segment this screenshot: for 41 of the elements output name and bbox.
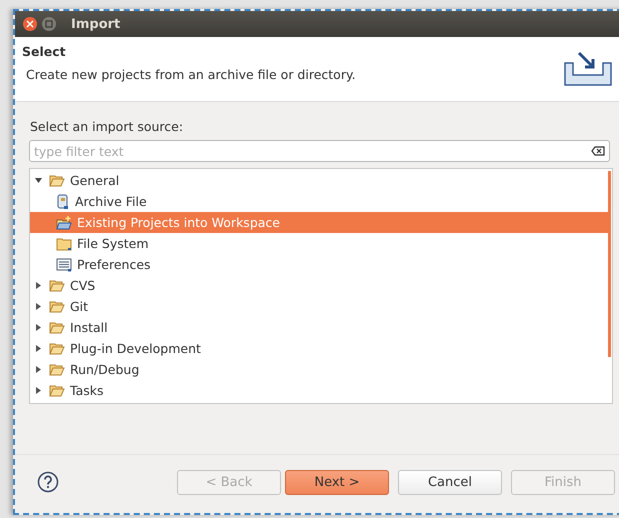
- list-window-icon: [56, 258, 72, 272]
- expand-icon[interactable]: [34, 344, 43, 353]
- tree-item[interactable]: Preferences: [30, 254, 608, 275]
- folder-icon: [56, 236, 72, 250]
- tree-item[interactable]: Tasks: [30, 380, 608, 401]
- folder-icon: [49, 279, 65, 292]
- folder-icon: [49, 342, 65, 355]
- tree-item[interactable]: Run/Debug: [30, 359, 608, 380]
- expand-icon[interactable]: [34, 365, 43, 374]
- expand-icon[interactable]: [34, 281, 43, 290]
- folder-icon: [49, 384, 65, 397]
- archive-icon: [56, 194, 70, 210]
- page-description: Create new projects from an archive file or directory.: [26, 67, 356, 82]
- tree-item[interactable]: Archive File: [30, 191, 608, 212]
- maximize-icon[interactable]: [42, 17, 56, 31]
- expand-icon[interactable]: [34, 323, 43, 332]
- clear-icon[interactable]: [591, 146, 605, 156]
- expand-icon[interactable]: [34, 302, 43, 311]
- filter-field[interactable]: type filter text: [29, 140, 610, 162]
- close-icon[interactable]: [23, 17, 37, 31]
- source-label: Select an import source:: [30, 119, 184, 134]
- tree-item[interactable]: CVS: [30, 275, 608, 296]
- tree-item[interactable]: File System: [30, 233, 608, 254]
- folder-icon: [49, 363, 65, 376]
- window-title: Import: [71, 16, 120, 32]
- folder-icon: [49, 174, 65, 187]
- expand-icon[interactable]: [34, 386, 43, 395]
- dialog-button[interactable]: Next >: [285, 470, 389, 494]
- dialog-button[interactable]: Cancel: [398, 470, 502, 494]
- help-icon[interactable]: [37, 471, 59, 493]
- tree-item[interactable]: Plug-in Development: [30, 338, 608, 359]
- import-tray-icon: [563, 51, 613, 87]
- page-title: Select: [22, 44, 67, 59]
- tree-item[interactable]: General: [30, 170, 608, 191]
- tree-item[interactable]: Install: [30, 317, 608, 338]
- scrollbar[interactable]: [608, 171, 611, 357]
- tree-item[interactable]: Git: [30, 296, 608, 317]
- folder-icon: [49, 300, 65, 313]
- collapse-icon[interactable]: [34, 176, 43, 185]
- folder-icon: [49, 321, 65, 334]
- folder-plus-icon: [56, 216, 72, 230]
